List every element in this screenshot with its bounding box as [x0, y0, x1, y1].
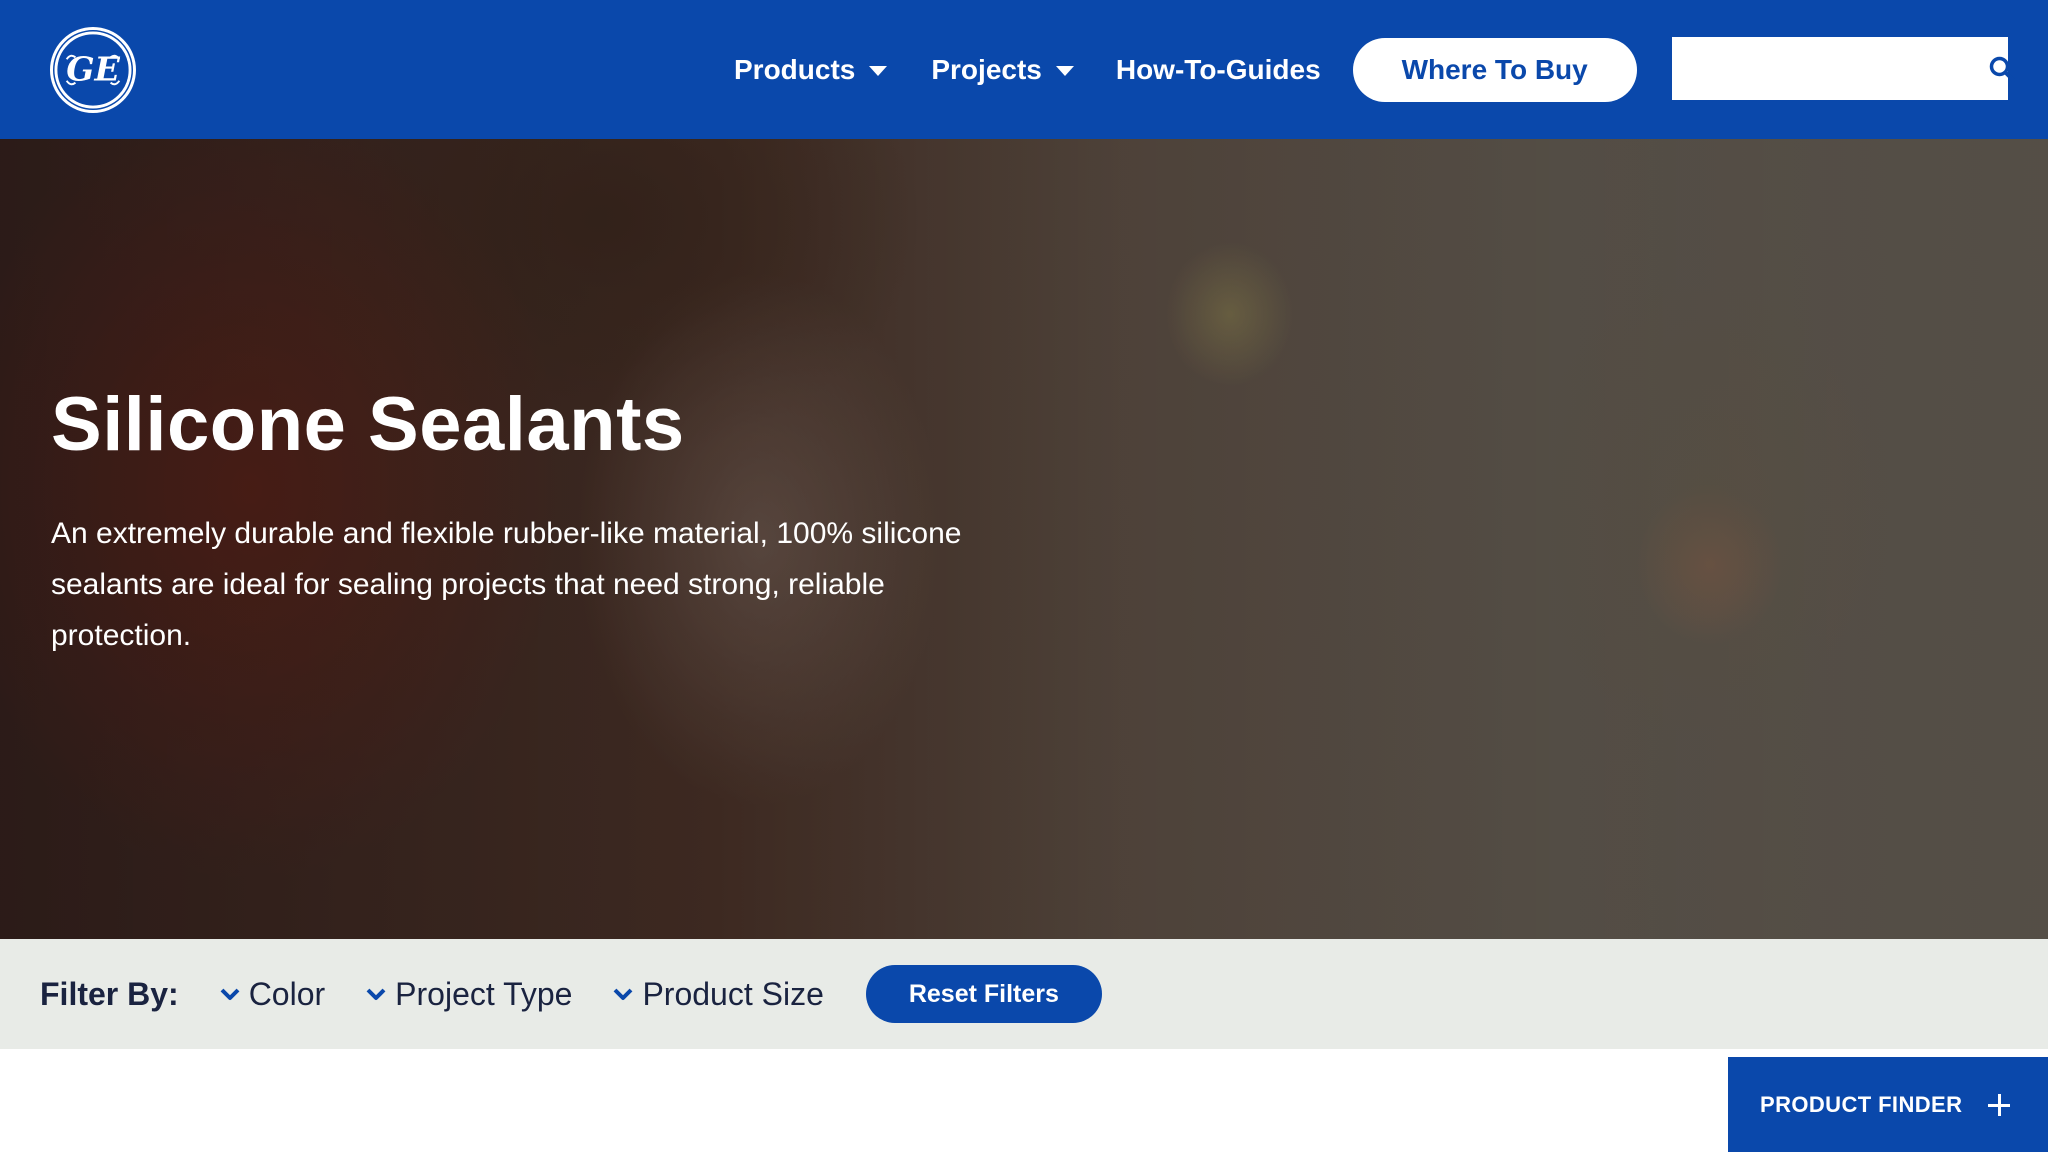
plus-icon: [1988, 1093, 2011, 1116]
where-to-buy-button[interactable]: Where To Buy: [1352, 37, 1637, 102]
nav-how-to-guides-label: How-To-Guides: [1115, 53, 1321, 85]
caret-down-icon: [869, 65, 888, 76]
hero-banner: Silicone Sealants An extremely durable a…: [0, 139, 2048, 939]
filter-product-size-dropdown[interactable]: Product Size: [612, 975, 824, 1013]
ge-logo[interactable]: GE: [50, 27, 136, 113]
filter-color-label: Color: [248, 975, 326, 1012]
product-finder-label: PRODUCT FINDER: [1760, 1091, 1963, 1117]
chevron-down-icon: [612, 983, 634, 1005]
hero-description: An extremely durable and flexible rubber…: [51, 517, 962, 652]
ge-monogram-icon: GE: [54, 31, 132, 109]
filter-color-dropdown[interactable]: Color: [219, 976, 325, 1013]
search-box: [1672, 37, 2015, 100]
filter-project-type-label: Project Type: [395, 975, 573, 1012]
search-input[interactable]: [1672, 37, 1988, 100]
caret-down-icon: [1055, 65, 1074, 76]
nav-products-label: Products: [734, 53, 856, 85]
reset-filters-button[interactable]: Reset Filters: [865, 965, 1102, 1023]
product-finder-button[interactable]: PRODUCT FINDER: [1728, 1057, 2048, 1152]
filter-product-size-label: Product Size: [642, 975, 824, 1012]
search-icon[interactable]: [1988, 49, 2016, 89]
main-nav: Products Projects How-To-Guides Where To…: [720, 0, 1637, 139]
nav-projects-label: Projects: [931, 53, 1042, 85]
nav-how-to-guides[interactable]: How-To-Guides: [1116, 54, 1321, 86]
chevron-down-icon: [219, 983, 241, 1005]
filter-bar: Filter By: Color Project Type Product Si…: [0, 939, 2048, 1049]
chevron-down-icon: [365, 983, 387, 1005]
nav-projects[interactable]: Projects: [931, 54, 1074, 86]
filter-project-type-dropdown[interactable]: Project Type: [365, 976, 572, 1013]
site-header: GE Products Projects How-To-Guides Where…: [0, 0, 2048, 139]
nav-products[interactable]: Products: [734, 53, 888, 86]
page-title: Silicone Sealants: [51, 382, 685, 467]
filter-by-label: Filter By:: [40, 975, 179, 1012]
